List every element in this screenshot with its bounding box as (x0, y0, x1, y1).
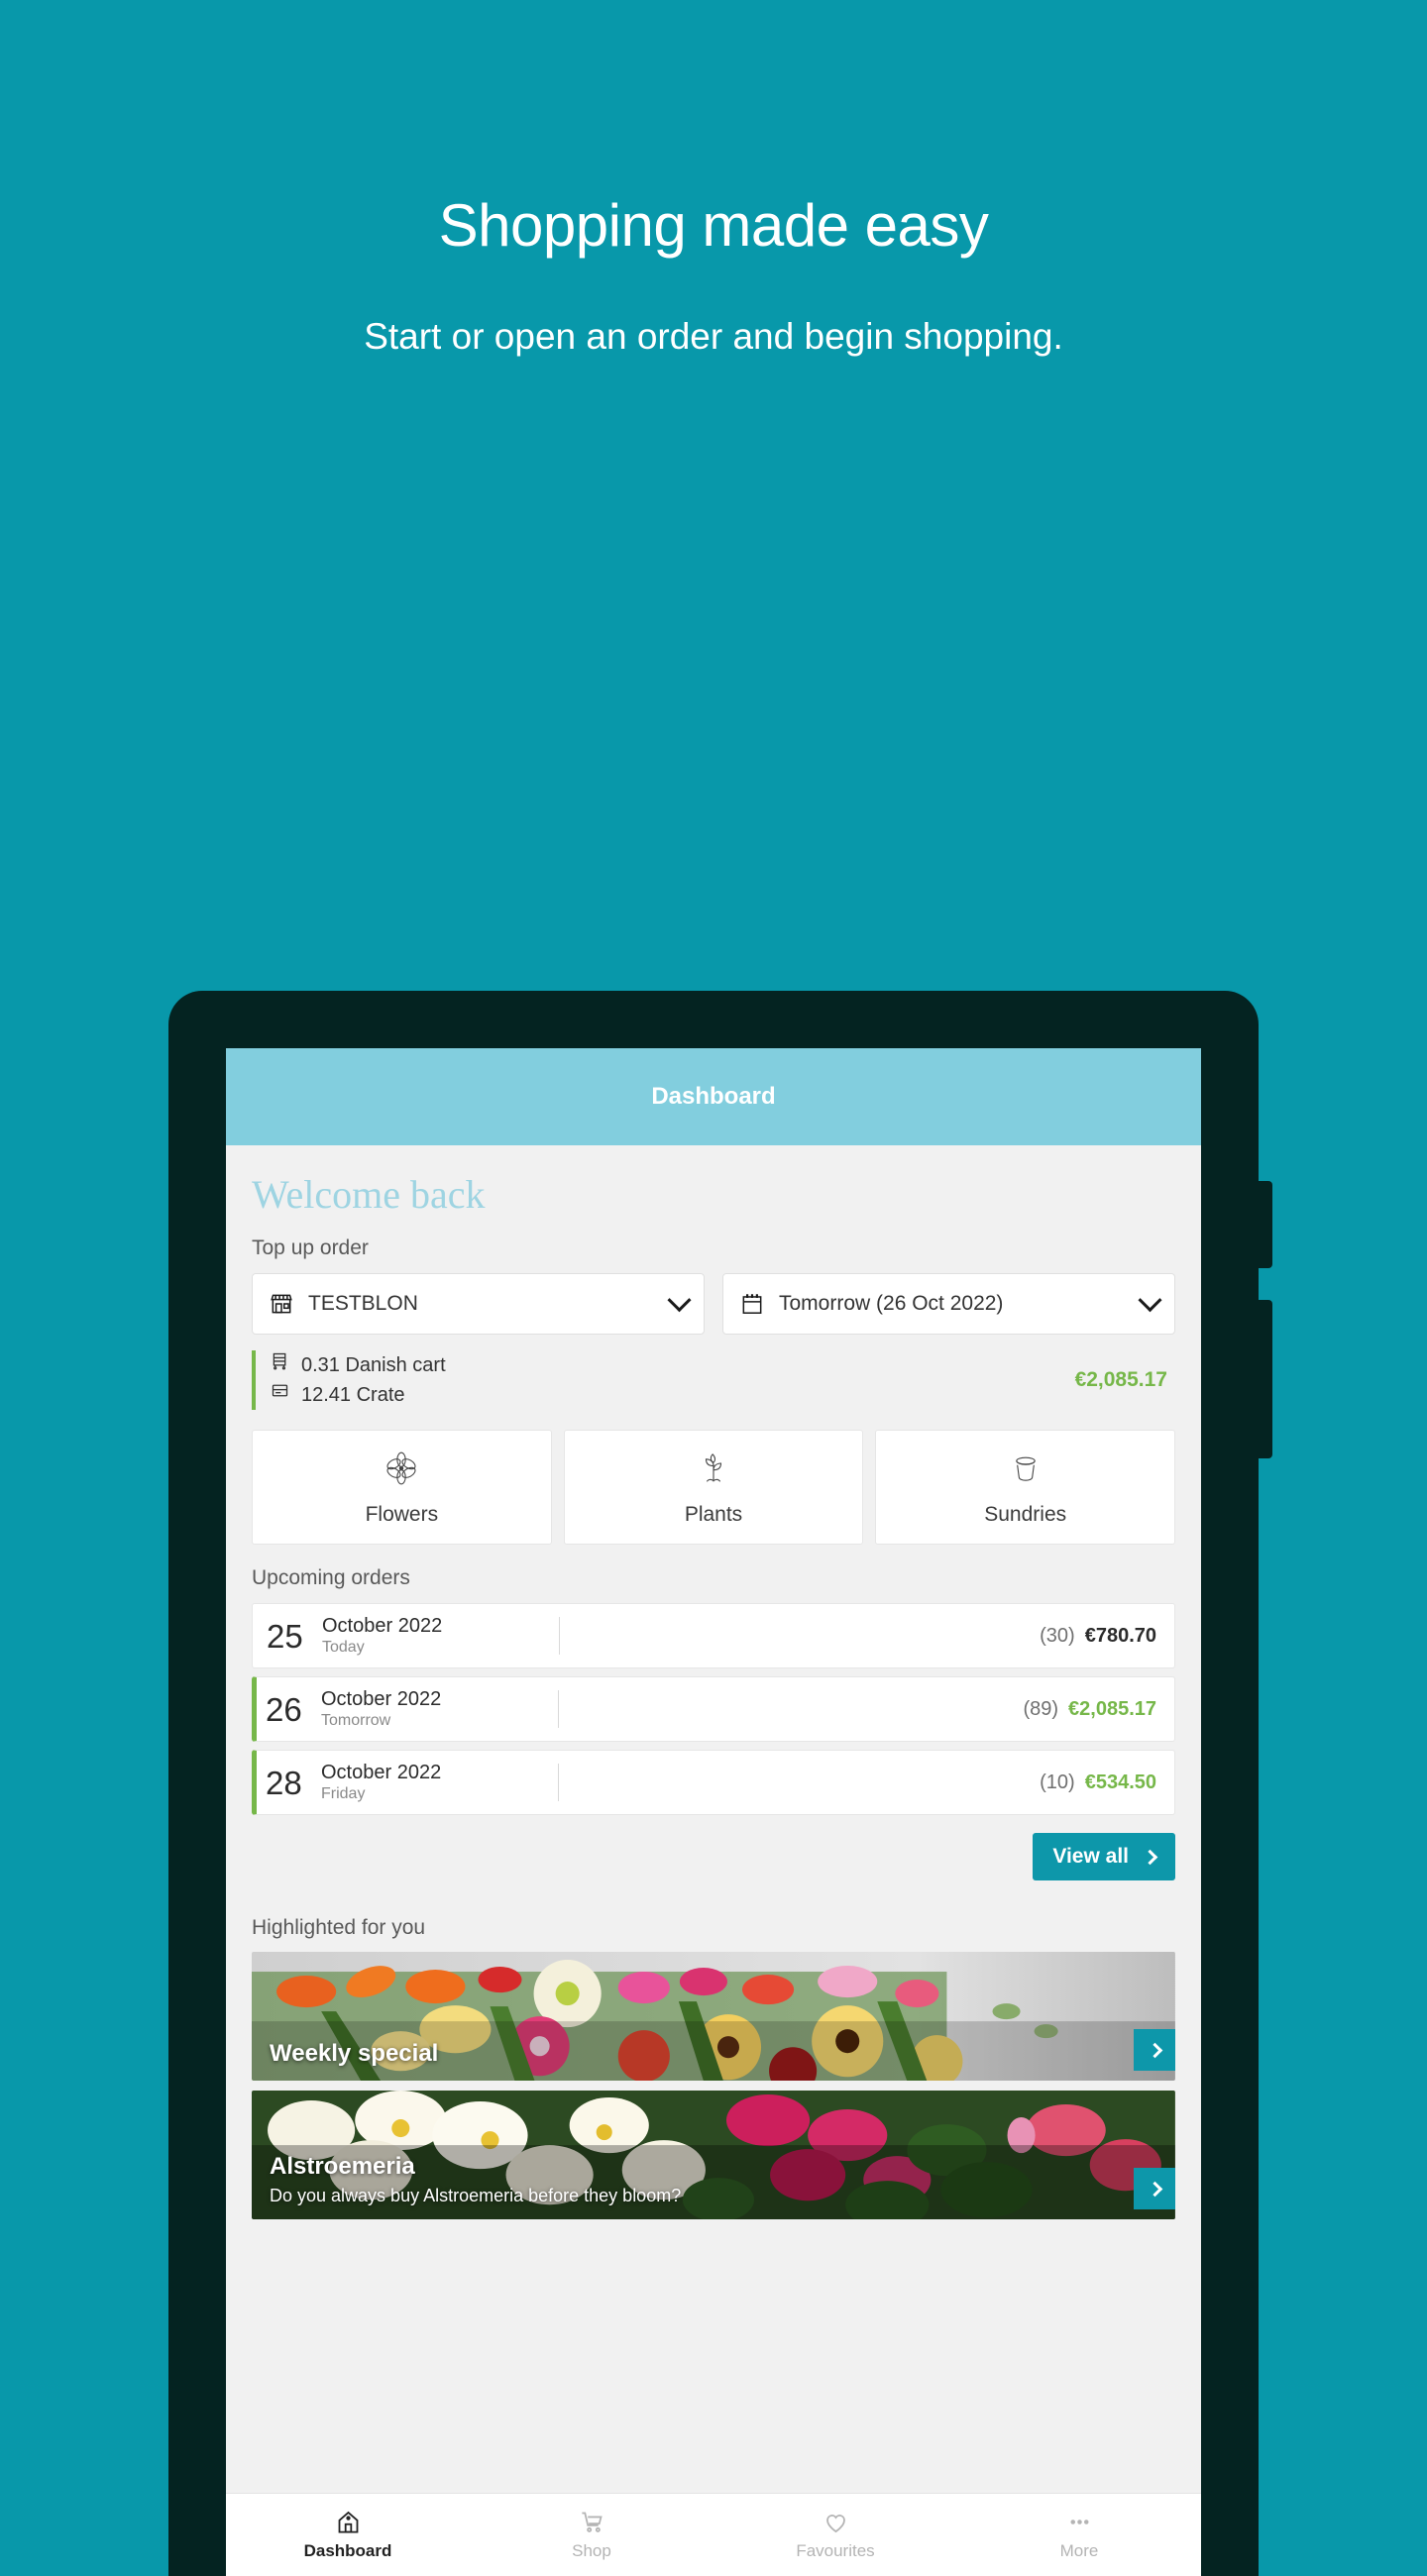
category-label: Plants (684, 1502, 743, 1526)
banner-next-button[interactable] (1134, 2168, 1175, 2209)
upcoming-orders-label: Upcoming orders (252, 1566, 410, 1589)
danish-cart-icon (270, 1350, 290, 1380)
category-tile-flowers[interactable]: Flowers (252, 1430, 552, 1545)
banner-subtitle: Do you always buy Alstroemeria before th… (270, 2185, 682, 2205)
order-item-count: (30) (1040, 1624, 1075, 1647)
nav-item-more[interactable]: More (957, 2494, 1201, 2576)
banner-next-button[interactable] (1134, 2029, 1175, 2071)
order-right-block: (10) €534.50 (1040, 1771, 1156, 1794)
upcoming-orders-list: 25 October 2022 Today (30) €780.70 26 Oc… (252, 1603, 1175, 1815)
order-day: 28 (266, 1764, 302, 1801)
device-button-power[interactable] (1257, 1300, 1272, 1458)
nav-item-favourites[interactable]: Favourites (714, 2494, 957, 2576)
order-item-count: (89) (1023, 1697, 1059, 1720)
chevron-right-icon (1142, 1849, 1158, 1865)
view-all-label: View all (1052, 1845, 1129, 1868)
view-all-wrapper: View all (252, 1833, 1175, 1880)
chevron-right-icon (1147, 2042, 1162, 2058)
flower-icon (382, 1449, 421, 1493)
cart-icon (579, 2509, 605, 2535)
home-icon (335, 2509, 362, 2535)
order-right-block: (30) €780.70 (1040, 1625, 1156, 1648)
category-tile-plants[interactable]: Plants (563, 1430, 864, 1545)
order-right-block: (89) €2,085.17 (1023, 1698, 1156, 1721)
cart-summary-text-1: 0.31 Danish cart (301, 1354, 446, 1376)
seedling-icon (694, 1449, 733, 1493)
order-item-count: (10) (1040, 1771, 1075, 1793)
cart-summary-line-2: 12.41 Crate (270, 1380, 1075, 1410)
plant-pot-icon (1006, 1449, 1045, 1493)
banner-text-block: Weekly special (270, 2040, 438, 2069)
nav-item-shop[interactable]: Shop (470, 2494, 714, 2576)
order-relative-day: Tomorrow (321, 1712, 391, 1730)
category-label: Sundries (984, 1502, 1067, 1526)
top-up-order-label: Top up order (252, 1236, 369, 1259)
order-amount: €780.70 (1084, 1624, 1156, 1647)
page-title: Shopping made easy (438, 192, 989, 259)
bottom-navigation: Dashboard Shop Favourites More (226, 2493, 1201, 2576)
order-amount: €534.50 (1084, 1771, 1156, 1793)
app-bar: Dashboard (226, 1048, 1201, 1145)
order-relative-day: Friday (321, 1785, 366, 1803)
view-all-button[interactable]: View all (1033, 1833, 1175, 1880)
row-divider (558, 1690, 560, 1728)
highlight-banner-alstroemeria[interactable]: Alstroemeria Do you always buy Alstroeme… (252, 2091, 1175, 2219)
shop-icon (269, 1291, 294, 1317)
highlight-banner-weekly-special[interactable]: Weekly special (252, 1952, 1175, 2081)
cart-summary-text-2: 12.41 Crate (301, 1384, 405, 1406)
app-scroll-body[interactable]: Welcome back Top up order TESTBLON Tomor… (226, 1145, 1201, 2493)
cart-summary-line-1: 0.31 Danish cart (270, 1350, 1075, 1380)
banner-title: Weekly special (270, 2040, 439, 2068)
ellipsis-icon (1066, 2509, 1093, 2535)
crate-icon (270, 1380, 290, 1410)
table-row[interactable]: 25 October 2022 Today (30) €780.70 (252, 1603, 1175, 1668)
order-date-block: October 2022 Friday (321, 1761, 441, 1803)
row-divider (559, 1617, 561, 1655)
app-screen: Dashboard Welcome back Top up order TEST… (226, 1048, 1201, 2576)
heart-icon (823, 2509, 849, 2535)
order-month: October 2022 (321, 1762, 442, 1784)
location-select-value: TESTBLON (308, 1292, 418, 1315)
nav-label: More (1059, 2541, 1099, 2560)
table-row[interactable]: 28 October 2022 Friday (10) €534.50 (252, 1750, 1175, 1815)
banner-title: Alstroemeria (270, 2152, 415, 2180)
banner-text-block: Alstroemeria Do you always buy Alstroeme… (270, 2153, 681, 2207)
nav-label: Favourites (796, 2541, 875, 2560)
nav-item-dashboard[interactable]: Dashboard (226, 2494, 470, 2576)
calendar-icon (739, 1291, 765, 1317)
category-tiles: Flowers Plants Sundries (252, 1430, 1176, 1545)
app-bar-title: Dashboard (651, 1083, 776, 1110)
order-selectors: TESTBLON Tomorrow (26 Oct 2022) (252, 1273, 1175, 1335)
order-month: October 2022 (321, 1688, 442, 1711)
row-divider (558, 1764, 560, 1801)
device-button-volume[interactable] (1257, 1181, 1272, 1268)
order-date-block: October 2022 Tomorrow (321, 1687, 441, 1730)
order-amount: €2,085.17 (1068, 1697, 1156, 1720)
table-row[interactable]: 26 October 2022 Tomorrow (89) €2,085.17 (252, 1676, 1175, 1742)
delivery-date-select[interactable]: Tomorrow (26 Oct 2022) (722, 1273, 1175, 1335)
cart-total-amount: €2,085.17 (1074, 1368, 1167, 1391)
chevron-down-icon (667, 1287, 692, 1312)
welcome-heading: Welcome back (252, 1172, 486, 1217)
category-label: Flowers (365, 1502, 439, 1526)
hero-section: Shopping made easy Start or open an orde… (0, 0, 1427, 363)
order-relative-day: Today (322, 1639, 365, 1657)
tablet-device-frame: Dashboard Welcome back Top up order TEST… (168, 991, 1272, 2576)
chevron-down-icon (1138, 1287, 1162, 1312)
hero-subtitle: Start or open an order and begin shoppin… (364, 315, 1063, 357)
cart-summary-lines: 0.31 Danish cart 12.41 Crate (270, 1350, 1075, 1410)
delivery-date-value: Tomorrow (26 Oct 2022) (779, 1292, 1004, 1315)
order-date-block: October 2022 Today (322, 1614, 442, 1657)
category-tile-sundries[interactable]: Sundries (875, 1430, 1176, 1545)
order-day: 26 (266, 1690, 302, 1728)
chevron-right-icon (1147, 2181, 1162, 2197)
cart-summary[interactable]: 0.31 Danish cart 12.41 Crate €2,085.17 (252, 1350, 1175, 1410)
nav-label: Shop (572, 2541, 611, 2560)
order-month: October 2022 (322, 1615, 443, 1638)
nav-label: Dashboard (303, 2541, 392, 2560)
highlighted-label: Highlighted for you (252, 1916, 426, 1939)
location-select[interactable]: TESTBLON (252, 1273, 705, 1335)
order-day: 25 (267, 1617, 303, 1655)
